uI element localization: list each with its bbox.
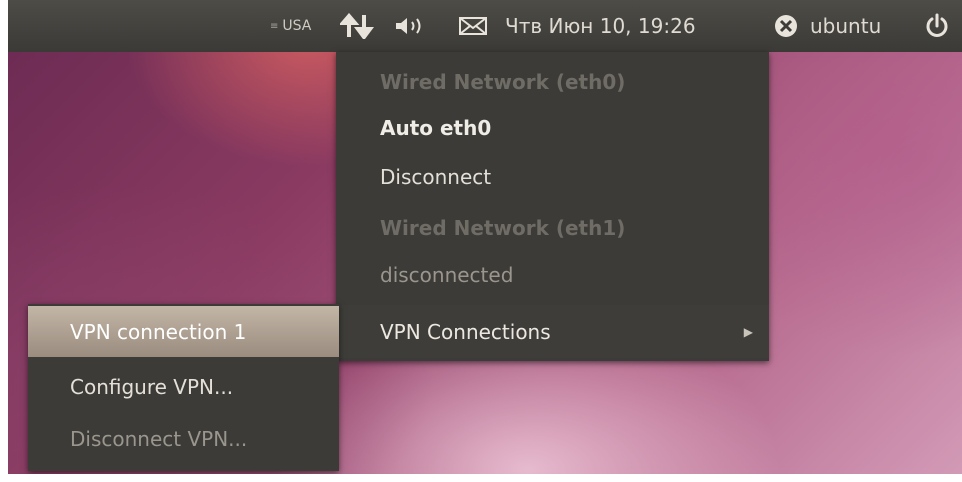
menu-item-disconnected: disconnected bbox=[380, 263, 514, 287]
menu-item-configure-vpn[interactable]: Configure VPN... bbox=[28, 362, 339, 412]
keyboard-layout-label: USA bbox=[282, 18, 312, 34]
keyboard-layout-indicator[interactable]: ≡ USA bbox=[270, 0, 311, 52]
desktop: ≡ USA Чтв Июн 10, 19:26 ubuntu Wired Net… bbox=[8, 0, 962, 474]
submenu-arrow-icon: ▶ bbox=[743, 324, 753, 339]
menu-item-auto-eth0[interactable]: Auto eth0 bbox=[336, 104, 769, 152]
network-menu: Wired Network (eth0) Auto eth0 Disconnec… bbox=[336, 52, 769, 361]
mail-icon[interactable] bbox=[458, 0, 490, 52]
top-panel: ≡ USA Чтв Июн 10, 19:26 ubuntu bbox=[8, 0, 962, 52]
menu-item-disconnect[interactable]: Disconnect bbox=[336, 152, 769, 202]
username[interactable]: ubuntu bbox=[810, 0, 881, 52]
clock[interactable]: Чтв Июн 10, 19:26 bbox=[505, 0, 696, 52]
power-icon[interactable] bbox=[924, 0, 954, 52]
menu-item-disconnect-vpn: Disconnect VPN... bbox=[70, 427, 248, 451]
volume-icon[interactable] bbox=[394, 0, 436, 52]
vpn-connections-label: VPN Connections bbox=[380, 319, 551, 344]
network-updown-icon[interactable] bbox=[340, 0, 376, 52]
vpn-submenu: VPN connection 1 Configure VPN... Discon… bbox=[28, 304, 339, 471]
menu-item-vpn-connection-1[interactable]: VPN connection 1 bbox=[28, 306, 339, 357]
menu-item-vpn-connections[interactable]: VPN Connections ▶ bbox=[336, 305, 769, 358]
menu-header-eth1: Wired Network (eth1) bbox=[380, 216, 626, 240]
user-status-icon[interactable] bbox=[774, 0, 800, 52]
drag-handle-icon: ≡ bbox=[270, 20, 279, 32]
menu-header-eth0: Wired Network (eth0) bbox=[380, 70, 626, 94]
